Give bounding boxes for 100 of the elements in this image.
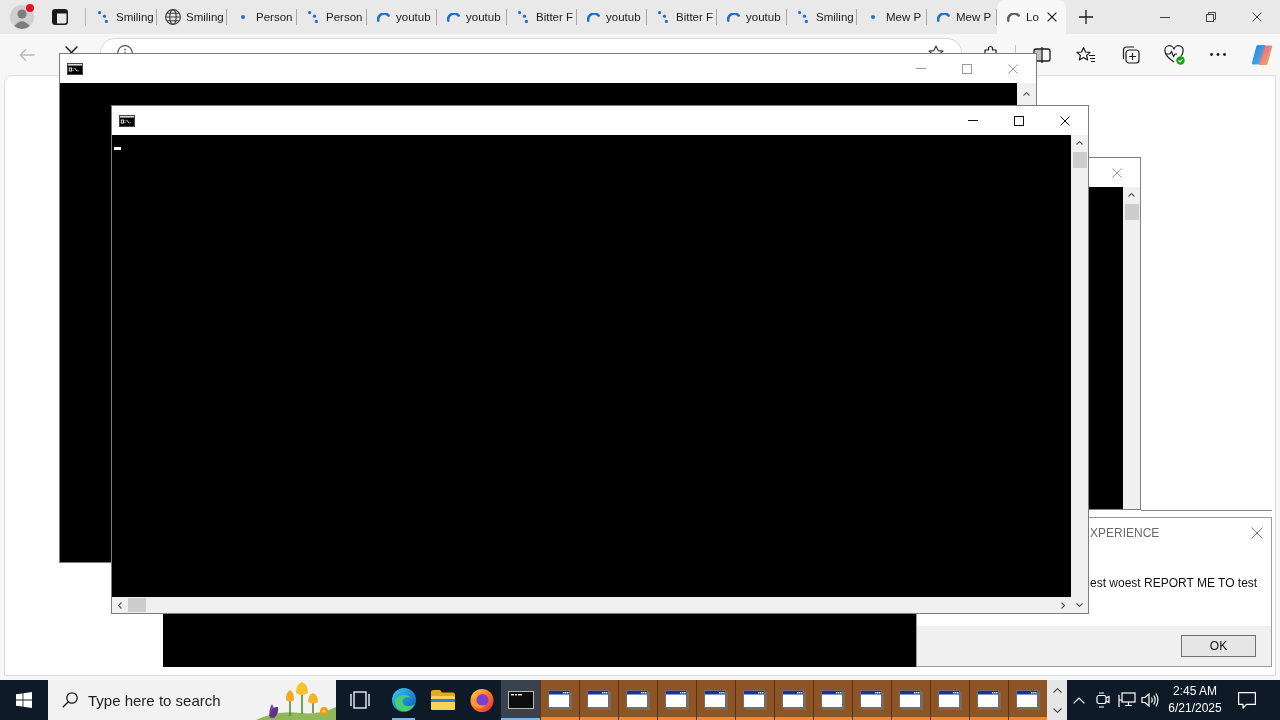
close-icon[interactable] — [1047, 12, 1057, 22]
puzzle-icon[interactable] — [982, 45, 1000, 53]
restore-icon[interactable] — [1206, 12, 1216, 22]
chevron-up-icon[interactable] — [1023, 92, 1030, 96]
vertical-scrollbar[interactable] — [1071, 135, 1088, 613]
chevron-up-icon[interactable] — [1076, 141, 1083, 145]
taskbar-button[interactable] — [696, 680, 735, 720]
close-icon[interactable] — [1060, 115, 1070, 126]
window-icon — [860, 690, 884, 710]
chevron-up-icon[interactable] — [1052, 687, 1062, 693]
chevron-left-icon[interactable] — [118, 601, 122, 609]
webcam-icon[interactable] — [1095, 692, 1110, 708]
window-icon — [548, 690, 572, 710]
browser-tab[interactable]: Bitter F — [507, 0, 576, 34]
taskbar-button[interactable] — [579, 680, 618, 720]
more-icon[interactable] — [1210, 53, 1226, 56]
loading-icon — [726, 12, 740, 22]
search-field[interactable]: Type here to search — [48, 680, 336, 720]
taskbar-button[interactable] — [657, 680, 696, 720]
taskbar-button[interactable] — [501, 680, 540, 720]
browser-tab[interactable]: Person — [227, 0, 296, 34]
window-icon — [665, 690, 689, 710]
volume-icon[interactable] — [1141, 692, 1159, 708]
dialog-message: est woest REPORT ME TO test — [1090, 576, 1258, 590]
taskbar-button[interactable] — [813, 680, 852, 720]
browser-tab[interactable]: Bitter F — [647, 0, 716, 34]
browser-tab[interactable]: Lo — [997, 0, 1066, 34]
chevron-right-icon[interactable] — [1061, 601, 1065, 609]
window-icon — [626, 690, 650, 710]
folder-icon — [430, 690, 455, 710]
loading-icon — [658, 11, 668, 23]
browser-tab[interactable]: Mew P — [927, 0, 996, 34]
taskbar-button[interactable] — [891, 680, 930, 720]
network-icon[interactable] — [1117, 692, 1136, 708]
loading-icon — [1006, 12, 1020, 22]
collections-icon[interactable] — [1120, 44, 1140, 65]
horizontal-scrollbar[interactable] — [112, 597, 1071, 613]
taskbar-button[interactable] — [930, 680, 969, 720]
browser-tab[interactable]: Smiling — [787, 0, 856, 34]
taskbar-button[interactable] — [1008, 680, 1047, 720]
address-field[interactable] — [100, 38, 962, 53]
scrollbar-thumb[interactable] — [1124, 204, 1139, 220]
taskbar-button[interactable] — [540, 680, 579, 720]
window-icon — [1016, 690, 1040, 710]
window-icon — [743, 690, 767, 710]
globe-icon — [165, 9, 181, 25]
maximize-icon[interactable] — [1014, 115, 1024, 126]
favorites-icon[interactable] — [1076, 45, 1096, 64]
window-icon — [977, 690, 1001, 710]
browser-tab[interactable]: Smiling — [157, 0, 226, 34]
scrollbar-thumb[interactable] — [1072, 152, 1087, 168]
heart-check-icon[interactable] — [1163, 44, 1185, 65]
loading-icon — [98, 11, 108, 23]
text-cursor — [114, 147, 121, 150]
loading-icon — [376, 12, 390, 22]
new-tab-icon[interactable] — [1079, 10, 1093, 24]
notification-icon[interactable] — [1238, 691, 1256, 709]
loading-icon — [586, 12, 600, 22]
close-icon[interactable] — [1252, 12, 1262, 22]
browser-tab[interactable]: Mew P — [857, 0, 926, 34]
taskbar-button[interactable] — [852, 680, 891, 720]
window-icon — [587, 690, 611, 710]
clock[interactable]: 2:45 AM 6/21/2025 — [1162, 680, 1228, 720]
loading-icon — [518, 11, 528, 23]
browser-tab[interactable]: youtub — [367, 0, 436, 34]
task-view-icon[interactable] — [350, 691, 370, 709]
taskbar-button[interactable] — [735, 680, 774, 720]
browser-tab[interactable]: Person — [297, 0, 366, 34]
chevron-down-icon[interactable] — [1076, 603, 1083, 607]
loading-icon — [871, 15, 875, 19]
taskbar-button[interactable] — [774, 680, 813, 720]
browser-tab[interactable]: youtub — [577, 0, 646, 34]
vertical-scrollbar[interactable] — [1123, 187, 1140, 509]
taskbar-button[interactable] — [969, 680, 1008, 720]
browser-tab[interactable]: youtub — [717, 0, 786, 34]
window-icon — [938, 690, 962, 710]
taskbar-button[interactable] — [618, 680, 657, 720]
chevron-up-icon[interactable] — [1128, 193, 1135, 197]
terminal-icon — [507, 691, 534, 709]
minimize-icon[interactable] — [1160, 16, 1170, 18]
console-icon — [67, 62, 83, 75]
tab-actions-icon[interactable] — [52, 9, 68, 25]
vertical-scrollbar[interactable] — [1017, 83, 1036, 105]
chevron-down-icon[interactable] — [1052, 707, 1062, 713]
browser-tab[interactable]: Smiling — [87, 0, 156, 34]
loading-icon — [936, 12, 950, 22]
info-icon[interactable] — [117, 45, 133, 53]
scrollbar-thumb[interactable] — [128, 598, 146, 612]
window-icon — [782, 690, 806, 710]
loading-icon — [446, 12, 460, 22]
window-icon — [704, 690, 728, 710]
copilot-icon[interactable] — [1251, 43, 1273, 66]
avatar-icon[interactable] — [10, 5, 34, 29]
star-icon[interactable] — [928, 45, 944, 53]
ok-button[interactable]: OK — [1181, 635, 1256, 657]
browser-tab[interactable]: youtub — [437, 0, 506, 34]
windows-logo-icon — [16, 692, 32, 708]
console-icon — [119, 114, 135, 127]
loading-icon — [308, 11, 318, 23]
browser-icon — [391, 688, 416, 712]
